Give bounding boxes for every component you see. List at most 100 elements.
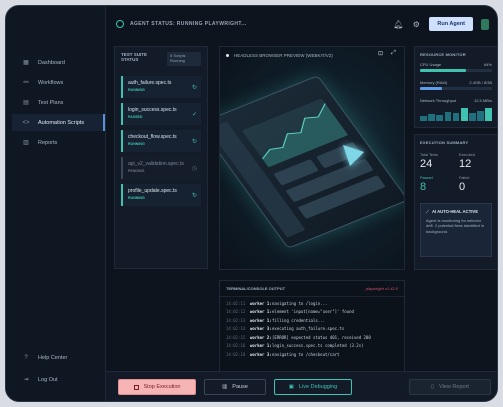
spec-item[interactable]: checkout_flow.spec.ts RUNNING ↻ (121, 129, 201, 152)
terminal-line: 14:02:12 worker 1: element 'input[name="… (220, 309, 404, 314)
spec-status: PASSED (128, 114, 143, 119)
stat-passed: Passed 8 (420, 176, 453, 193)
sidebar-item-label: Help Center (38, 354, 68, 361)
avatar[interactable] (481, 18, 489, 30)
workflow-icon: ⚯ (23, 80, 29, 86)
network-value: 12.5 MB/s (473, 98, 492, 103)
sidebar-item-test-plans[interactable]: ▤ Test Plans (12, 94, 105, 111)
sidebar-item-dashboard[interactable]: ▦ Dashboard (12, 54, 105, 71)
network-bar (460, 108, 468, 121)
network-metric: Network Throughput 12.5 MB/s (420, 98, 493, 121)
spec-status: RUNNING (128, 195, 145, 200)
spec-item[interactable]: profile_update.spec.ts RUNNING ↻ (121, 183, 201, 206)
resource-monitor: RESOURCE MONITOR CPU Usage 64% Memory (R… (414, 46, 497, 128)
footer-toolbar: Stop Execution ▥ Pause ▣ Live Debugging … (106, 371, 497, 401)
view-report-button[interactable]: ▯ View Report (409, 379, 491, 395)
wand-icon: ⟋ (426, 209, 429, 214)
stop-execution-button[interactable]: Stop Execution (118, 379, 196, 395)
sidebar-item-label: Reports (38, 139, 58, 146)
bell-icon[interactable]: 🔔︎ (393, 19, 403, 29)
preview-title: HEADLESS BROWSER PREVIEW (WEBKIT/V2) (234, 52, 333, 58)
pause-icon: ▥ (222, 384, 228, 390)
auto-heal-title-text: AI AUTO-HEAL ACTIVE (431, 209, 479, 214)
network-bar (428, 114, 435, 121)
sidebar-item-reports[interactable]: ▥ Reports (12, 134, 105, 151)
network-bar (469, 112, 476, 121)
sidebar-item-help-center[interactable]: ? Help Center (12, 349, 105, 366)
log-worker: worker 1: (250, 317, 272, 323)
cpu-metric: CPU Usage 64% (420, 62, 492, 72)
spec-status: RUNNING (128, 87, 145, 92)
code-icon: <> (22, 119, 30, 126)
cpu-value: 64% (483, 62, 492, 67)
terminal-line: 14:02:13 worker 1: filling credentials..… (220, 318, 404, 323)
run-agent-button[interactable]: Run Agent (429, 17, 473, 31)
log-time: 14:02:18 (226, 351, 246, 357)
record-icon (226, 53, 229, 57)
network-sparkline (420, 107, 493, 121)
cpu-bar (420, 69, 492, 72)
log-message: executing auth_failure.spec.ts (272, 326, 345, 331)
document-icon: ▯ (431, 384, 435, 390)
memory-value: 2.4GB / 8GB (469, 80, 492, 85)
auto-heal-title: ⟋ AI AUTO-HEAL ACTIVE (426, 209, 486, 214)
resource-monitor-title: RESOURCE MONITOR (420, 52, 466, 57)
terminal-panel: TERMINAL/CONSOLE OUTPUT playwright v1.42… (219, 280, 405, 372)
network-label: Network Throughput (420, 98, 457, 103)
log-time: 14:02:15 (226, 334, 246, 340)
terminal-line: 14:02:11 worker 1: navigating to /login.… (220, 301, 404, 306)
auto-heal-card: ⟋ AI AUTO-HEAL ACTIVE Agent is monitorin… (420, 203, 492, 257)
live-debugging-button[interactable]: ▣ Live Debugging (274, 379, 352, 395)
playwright-version: playwright v1.42.0 (365, 286, 398, 291)
gear-icon[interactable]: ⚙ (411, 19, 421, 29)
spec-name: login_success.spec.ts (128, 106, 177, 113)
sidebar-footer: ? Help Center ⇥ Log Out (12, 349, 105, 393)
spec-item[interactable]: api_v2_validation.spec.ts PENDING ◷ (121, 156, 201, 179)
agent-status-text: AGENT STATUS: RUNNING PLAYWRIGHT... (130, 21, 247, 27)
clipboard-icon: ▤ (23, 100, 29, 106)
stat-label: Failed (459, 176, 470, 180)
log-message: [ERROR] expected status 401, received 20… (272, 334, 371, 340)
network-bar (420, 116, 427, 121)
preview-tools: ⊡ ⤢ (376, 50, 398, 57)
spec-item[interactable]: login_success.spec.ts PASSED ✓ (121, 102, 201, 125)
sidebar-item-log-out[interactable]: ⇥ Log Out (12, 371, 105, 388)
status-icon (116, 20, 124, 28)
terminal-line: 14:02:18 worker 3: navigating to /checko… (220, 352, 404, 357)
network-bar (436, 115, 444, 121)
spec-name: api_v2_validation.spec.ts (128, 160, 184, 167)
log-worker: worker 1: (250, 343, 272, 348)
sidebar-item-automation-scripts[interactable]: <> Automation Scripts (12, 114, 105, 131)
app-window: ▦ Dashboard ⚯ Workflows ▤ Test Plans <> … (5, 5, 498, 402)
log-time: 14:02:13 (226, 317, 246, 323)
spec-name: checkout_flow.spec.ts (128, 133, 177, 140)
memory-bar (420, 87, 492, 90)
camera-icon[interactable]: ⊡ (376, 50, 385, 57)
logout-icon: ⇥ (23, 377, 29, 383)
browser-preview: HEADLESS BROWSER PREVIEW (WEBKIT/V2) ⊡ ⤢ (219, 46, 405, 270)
stat-value: 0 (459, 181, 466, 193)
terminal-header: TERMINAL/CONSOLE OUTPUT playwright v1.42… (220, 281, 404, 297)
log-time: 14:02:16 (226, 343, 246, 348)
sidebar-item-label: Workflows (38, 79, 64, 86)
preview-render (220, 47, 404, 269)
network-bar (444, 111, 452, 121)
chart-icon: ▥ (23, 140, 29, 146)
cpu-label: CPU Usage (420, 62, 442, 67)
live-debugging-label: Live Debugging (298, 384, 338, 390)
spec-item[interactable]: auth_failure.spec.ts RUNNING ↻ (121, 75, 201, 98)
pause-button[interactable]: ▥ Pause (204, 379, 266, 395)
test-suite-panel: TEST SUITE STATUS 5 Scripts Running auth… (114, 46, 208, 269)
log-worker: worker 3: (250, 326, 272, 331)
stat-value: 8 (420, 181, 427, 193)
sidebar-item-workflows[interactable]: ⚯ Workflows (12, 74, 105, 91)
terminal-title: TERMINAL/CONSOLE OUTPUT (226, 286, 286, 291)
memory-bar-fill (420, 87, 442, 90)
expand-icon[interactable]: ⤢ (389, 50, 398, 57)
grid-icon: ▦ (23, 60, 29, 66)
sidebar-item-label: Log Out (38, 376, 58, 383)
sidebar-nav: ▦ Dashboard ⚯ Workflows ▤ Test Plans <> … (12, 54, 105, 154)
tablet-illustration (220, 75, 404, 249)
stat-failed: Failed 0 (459, 176, 492, 193)
refresh-icon: ↻ (191, 138, 197, 145)
